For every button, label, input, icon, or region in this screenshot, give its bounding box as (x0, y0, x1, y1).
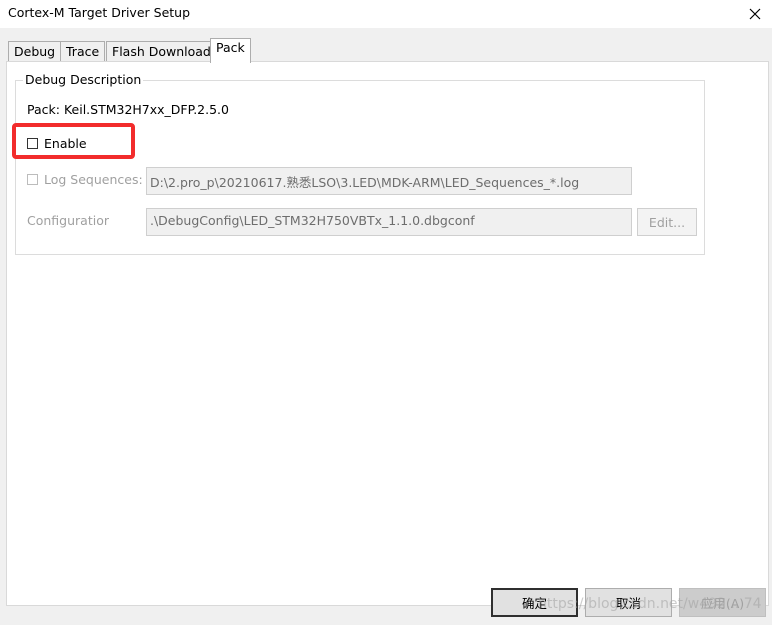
configuration-path-field[interactable]: .\DebugConfig\LED_STM32H750VBTx_1.1.0.db… (146, 208, 632, 236)
tab-flash-download[interactable]: Flash Download (106, 41, 217, 62)
ok-button[interactable]: 确定 (491, 588, 578, 617)
tab-label: Pack (216, 40, 245, 55)
log-sequences-checkbox[interactable]: Log Sequences: (27, 172, 143, 187)
log-sequences-label: Log Sequences: (44, 172, 143, 187)
pack-info: Pack: Keil.STM32H7xx_DFP.2.5.0 (27, 102, 229, 117)
title-bar: Cortex-M Target Driver Setup (0, 0, 772, 28)
close-icon (749, 8, 761, 20)
apply-label: 应用(A) (700, 596, 745, 611)
tab-label: Debug (14, 44, 56, 59)
window-title: Cortex-M Target Driver Setup (8, 5, 191, 20)
debug-description-group: Debug Description Pack: Keil.STM32H7xx_D… (15, 72, 705, 255)
tab-pack[interactable]: Pack (210, 38, 251, 63)
tab-trace[interactable]: Trace (60, 41, 106, 62)
cancel-label: 取消 (615, 596, 641, 611)
group-title: Debug Description (23, 72, 144, 87)
edit-label: Edit... (648, 214, 686, 230)
enable-label: Enable (44, 136, 87, 151)
configuration-path: .\DebugConfig\LED_STM32H750VBTx_1.1.0.db… (150, 213, 475, 228)
log-sequences-path: D:\2.pro_p\20210617.熟悉LSO\3.LED\MDK-ARM\… (150, 175, 580, 190)
edit-button[interactable]: Edit... (637, 208, 697, 236)
tab-page-pack: Debug Description Pack: Keil.STM32H7xx_D… (6, 61, 769, 606)
tab-label: Trace (66, 44, 100, 59)
close-button[interactable] (738, 0, 772, 28)
tab-label: Flash Download (112, 44, 211, 59)
ok-label: 确定 (521, 596, 547, 611)
configuration-label: Configuratior (27, 213, 109, 228)
log-sequences-path-field[interactable]: D:\2.pro_p\20210617.熟悉LSO\3.LED\MDK-ARM\… (146, 167, 632, 195)
tab-debug[interactable]: Debug (8, 41, 62, 62)
enable-checkbox[interactable]: Enable (27, 136, 87, 151)
checkbox-box[interactable] (27, 174, 38, 185)
apply-button[interactable]: 应用(A) (679, 588, 766, 617)
pack-label: Pack: (27, 102, 60, 117)
pack-value: Keil.STM32H7xx_DFP.2.5.0 (63, 102, 229, 117)
checkbox-box[interactable] (27, 138, 38, 149)
dialog-client-area: Debug Trace Flash Download Pack Debug De… (0, 28, 772, 625)
cancel-button[interactable]: 取消 (585, 588, 672, 617)
